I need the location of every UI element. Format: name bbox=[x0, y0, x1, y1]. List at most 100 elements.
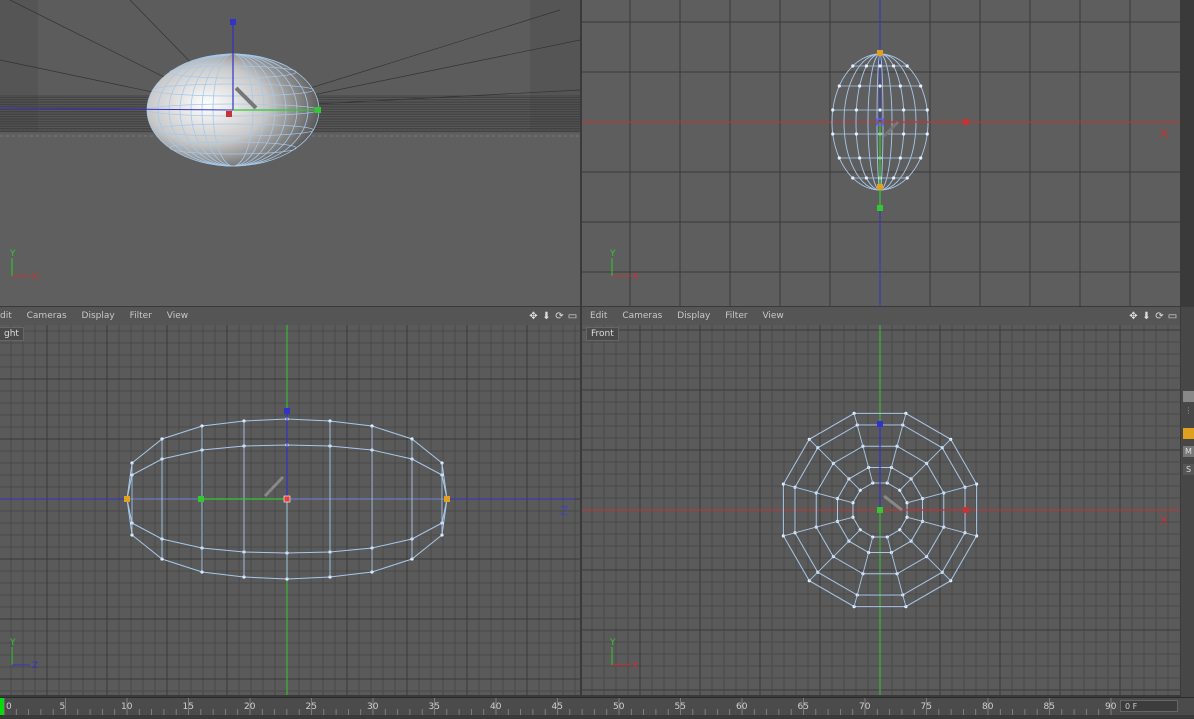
vertex-point bbox=[878, 108, 882, 112]
vertex-point bbox=[837, 84, 841, 88]
timeline-tick-label: 60 bbox=[736, 702, 748, 712]
wire-spoke bbox=[886, 536, 907, 607]
zoom-icon[interactable]: ⬇ bbox=[541, 311, 552, 322]
handle-blue bbox=[877, 421, 883, 427]
wire-spoke bbox=[899, 438, 952, 491]
floor bbox=[0, 132, 580, 306]
move-icon[interactable]: ✥ bbox=[528, 311, 539, 322]
handle-red bbox=[226, 111, 232, 117]
menu-edit[interactable]: dit bbox=[0, 307, 18, 325]
sidebar-color-swatch[interactable] bbox=[1183, 428, 1194, 439]
vertex-point bbox=[905, 64, 909, 68]
menu-edit[interactable]: Edit bbox=[582, 307, 613, 325]
gizmo-h-label: X bbox=[632, 272, 638, 282]
wire-spoke bbox=[886, 413, 907, 484]
handle-orange bbox=[877, 50, 883, 56]
vertex-point bbox=[837, 156, 841, 160]
top-x-axis-label: X bbox=[1160, 127, 1168, 141]
vertex-point bbox=[858, 84, 862, 88]
maximize-icon[interactable]: ▭ bbox=[1167, 311, 1178, 322]
menu-view[interactable]: View bbox=[161, 307, 194, 325]
current-frame-field[interactable]: 0 F bbox=[1120, 700, 1178, 712]
front-viewport-label: Front bbox=[586, 327, 619, 341]
sidebar-s-button[interactable]: S bbox=[1183, 464, 1194, 475]
menu-display[interactable]: Display bbox=[76, 307, 121, 325]
wire-spoke bbox=[808, 529, 861, 582]
vertex-point bbox=[831, 108, 835, 112]
vertex-point bbox=[854, 108, 858, 112]
timeline-tick-label: 75 bbox=[921, 702, 932, 712]
gizmo-h-label: X bbox=[32, 272, 38, 282]
gizmo-y-label: Y bbox=[9, 638, 16, 648]
menu-filter[interactable]: Filter bbox=[719, 307, 753, 325]
front-x-axis-label: X bbox=[1160, 514, 1168, 528]
timeline-tick-label: 20 bbox=[244, 702, 256, 712]
wire-spoke bbox=[906, 516, 977, 537]
wire-spoke bbox=[783, 516, 854, 537]
perspective-scene[interactable]: YX bbox=[0, 0, 580, 306]
sidebar-grip-icon: ⋮ bbox=[1184, 406, 1193, 415]
timeline-tick-label: 0 bbox=[6, 702, 12, 712]
right-scene[interactable]: Z YZ bbox=[0, 325, 580, 695]
playhead bbox=[0, 698, 4, 715]
timeline-tick-label: 5 bbox=[60, 702, 66, 712]
sidebar-swatch[interactable] bbox=[1183, 391, 1194, 402]
timeline-tick-label: 50 bbox=[613, 702, 625, 712]
timeline-tick-label: 40 bbox=[490, 702, 502, 712]
vertex-point bbox=[878, 64, 882, 68]
rotate-icon[interactable]: ⟳ bbox=[1154, 311, 1165, 322]
wire-spoke bbox=[783, 483, 854, 504]
top-scene[interactable]: X Y X bbox=[582, 0, 1180, 306]
right-viewport-menubar: dit Cameras Display Filter View ✥ ⬇ ⟳ ▭ bbox=[0, 307, 580, 325]
vertex-point bbox=[851, 176, 855, 180]
menu-cameras[interactable]: Cameras bbox=[21, 307, 73, 325]
timeline[interactable]: 0 5 10 15 20 25 30 35 40 45 50 55 60 65 70 75 80 85 90 0 F bbox=[0, 697, 1194, 715]
front-viewport[interactable]: Edit Cameras Display Filter View ✥ ⬇ ⟳ ▭… bbox=[582, 307, 1180, 695]
vertex-point bbox=[864, 64, 868, 68]
vertex-point bbox=[892, 64, 896, 68]
perspective-viewport[interactable]: YX bbox=[0, 0, 580, 306]
wire-spoke bbox=[906, 483, 977, 504]
front-scene[interactable]: X Y X bbox=[582, 325, 1180, 695]
timeline-tick-label: 35 bbox=[429, 702, 440, 712]
wire-spoke bbox=[808, 438, 861, 491]
vertex-point bbox=[905, 176, 909, 180]
maximize-icon[interactable]: ▭ bbox=[567, 311, 578, 322]
timeline-ruler[interactable]: 0 5 10 15 20 25 30 35 40 45 50 55 60 65 70 75 80 85 90 bbox=[0, 698, 1120, 715]
handle-blue bbox=[284, 408, 290, 414]
wire-spoke bbox=[853, 413, 874, 484]
top-viewport[interactable]: X Y X bbox=[582, 0, 1180, 306]
front-viewport-menubar: Edit Cameras Display Filter View ✥ ⬇ ⟳ ▭ bbox=[582, 307, 1180, 325]
pivot-box bbox=[283, 495, 291, 503]
vertex-point bbox=[919, 84, 923, 88]
rotate-icon[interactable]: ⟳ bbox=[554, 311, 565, 322]
timeline-tick-label: 80 bbox=[982, 702, 994, 712]
timeline-tick-label: 25 bbox=[306, 702, 317, 712]
vertex-point bbox=[892, 176, 896, 180]
handle-green bbox=[877, 507, 883, 513]
timeline-tick-label: 30 bbox=[367, 702, 379, 712]
vertex-point bbox=[858, 156, 862, 160]
timeline-tick-label: 65 bbox=[798, 702, 809, 712]
vertex-point bbox=[902, 132, 906, 136]
gizmo-h-label: Z bbox=[32, 661, 38, 671]
handle-orange bbox=[124, 496, 130, 502]
vertex-point bbox=[851, 64, 855, 68]
right-viewport[interactable]: dit Cameras Display Filter View ✥ ⬇ ⟳ ▭ … bbox=[0, 307, 580, 695]
menu-view[interactable]: View bbox=[756, 307, 789, 325]
handle-orange bbox=[877, 184, 883, 190]
sidebar-m-button[interactable]: M bbox=[1183, 446, 1194, 457]
timeline-tick-label: 55 bbox=[675, 702, 686, 712]
move-icon[interactable]: ✥ bbox=[1128, 311, 1139, 322]
wire-spoke bbox=[899, 529, 952, 582]
vertex-point bbox=[898, 156, 902, 160]
right-viewport-label: ght bbox=[0, 327, 24, 341]
right-nav-icons: ✥ ⬇ ⟳ ▭ bbox=[528, 307, 578, 325]
menu-display[interactable]: Display bbox=[671, 307, 716, 325]
zoom-icon[interactable]: ⬇ bbox=[1141, 311, 1152, 322]
gizmo-y-label: Y bbox=[9, 249, 16, 259]
wire-spoke bbox=[853, 536, 874, 607]
menu-filter[interactable]: Filter bbox=[124, 307, 158, 325]
vertex-point bbox=[902, 108, 906, 112]
menu-cameras[interactable]: Cameras bbox=[616, 307, 668, 325]
